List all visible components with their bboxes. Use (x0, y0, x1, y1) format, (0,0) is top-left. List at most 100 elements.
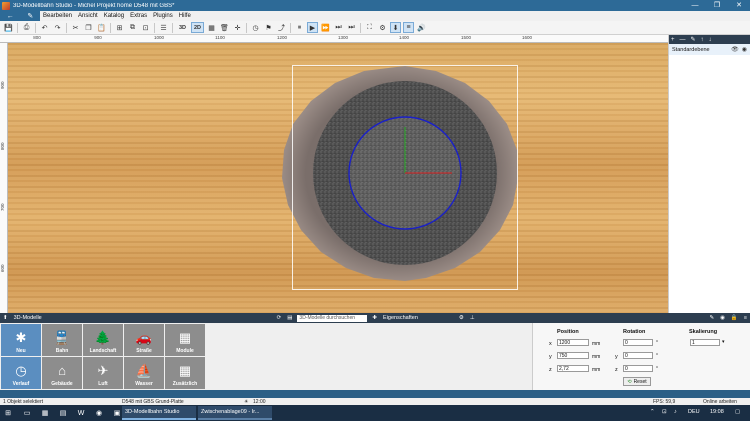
excel-icon[interactable]: ▦ (40, 408, 50, 418)
position-y-field[interactable]: 750 (557, 352, 589, 359)
list-icon[interactable]: ☰ (158, 22, 169, 33)
view-3d-button[interactable]: 3D (176, 22, 189, 33)
menu-plugins[interactable]: Plugins (150, 13, 176, 19)
tile-verlauf[interactable]: ◷ Verlauf (1, 357, 41, 389)
move-down-icon[interactable]: ↓ (709, 37, 712, 43)
taskbar-task-modellbahn[interactable]: 3D-Modellbahn Studio (122, 406, 196, 420)
tile-neu[interactable]: ✱ Neu (1, 324, 41, 356)
tile-luft[interactable]: ✈ Luft (83, 357, 123, 389)
move-up-icon[interactable]: ↑ (701, 37, 704, 43)
add-icon[interactable]: ✛ (232, 22, 243, 33)
position-z-field[interactable]: 2,72 (557, 365, 589, 372)
catalog-icon[interactable]: ▤ (284, 315, 295, 321)
redo-icon[interactable]: ↷ (52, 22, 63, 33)
signal-icon[interactable]: ⚑ (263, 22, 274, 33)
maximize-button[interactable]: ❐ (706, 0, 728, 11)
notification-icon[interactable]: ▢ (735, 409, 740, 415)
eye-icon[interactable]: ◉ (717, 315, 728, 321)
lock-icon[interactable]: 🔒 (728, 315, 741, 321)
tile-bahn[interactable]: 🚆 Bahn (42, 324, 82, 356)
refresh-icon[interactable]: ⟳ (274, 315, 285, 321)
add-model-icon[interactable]: ✚ (369, 315, 380, 321)
tile-label: Luft (98, 381, 108, 387)
calculator-icon[interactable]: ▤ (58, 408, 68, 418)
models-search-input[interactable]: 3D-Modelle durchsuchen (297, 314, 368, 322)
edit-icon[interactable]: ✎ (27, 12, 33, 20)
delete-icon[interactable]: 🗑 (219, 22, 230, 33)
snap-icon[interactable]: ⊡ (140, 22, 151, 33)
copy-icon[interactable]: ❐ (83, 22, 94, 33)
app-icon[interactable]: ▣ (112, 408, 122, 418)
play-icon[interactable]: ▶ (307, 22, 318, 33)
remove-layer-icon[interactable]: — (680, 37, 686, 43)
close-button[interactable]: ✕ (728, 0, 750, 11)
ruler-label: 1200 (276, 35, 288, 40)
paste-icon[interactable]: 📋 (96, 22, 107, 33)
clock-icon[interactable]: ◷ (250, 22, 261, 33)
save-icon[interactable]: 💾 (3, 22, 14, 33)
3d-viewport[interactable] (8, 43, 668, 313)
pause-icon[interactable]: ⏸ (294, 22, 305, 33)
print-icon[interactable]: ⎙ (21, 22, 32, 33)
models-panel-title: 3D-Modelle (13, 315, 42, 321)
menu-extras[interactable]: Extras (127, 13, 150, 19)
cut-icon[interactable]: ✂ (70, 22, 81, 33)
chevron-down-icon[interactable]: ▾ (722, 339, 725, 345)
position-x-field[interactable]: 1200 (557, 339, 589, 346)
keyboard-language[interactable]: DEU (688, 409, 700, 415)
tile-zusaetzlich[interactable]: ▦ Zusätzlich (165, 357, 205, 389)
rotation-x-field[interactable]: 0 (623, 339, 653, 346)
minimize-button[interactable]: — (684, 0, 706, 11)
arrow-up-icon[interactable]: ⬆ (0, 315, 11, 321)
skip-icon[interactable]: ⏭ (346, 22, 357, 33)
menu-ansicht[interactable]: Ansicht (75, 13, 101, 19)
rotation-y-field[interactable]: 0 (623, 352, 653, 359)
view-2d-button[interactable]: 2D (191, 22, 204, 33)
tray-chevron-icon[interactable]: ⌃ (650, 409, 655, 415)
back-icon[interactable]: ← (7, 13, 14, 20)
gear-icon[interactable]: ⚙ (456, 315, 467, 321)
tile-landschaft[interactable]: 🌲 Landschaft (83, 324, 123, 356)
add-layer-icon[interactable]: + (671, 37, 675, 43)
menu-hilfe[interactable]: Hilfe (176, 13, 194, 19)
group-icon[interactable]: ⧉ (127, 22, 138, 33)
volume-icon[interactable]: ♪ (674, 409, 677, 415)
toolbar-separator (290, 22, 291, 33)
visibility-icon[interactable]: 👁 (731, 46, 739, 53)
tile-gebaeude[interactable]: ⌂ Gebäude (42, 357, 82, 389)
undo-icon[interactable]: ↶ (39, 22, 50, 33)
eye-icon[interactable]: ◉ (742, 46, 747, 53)
sound-icon[interactable]: 🔊 (416, 22, 427, 33)
firefox-icon[interactable]: ◉ (94, 408, 104, 418)
faster-forward-icon[interactable]: ⏭ (333, 22, 344, 33)
taskbar-task-clipboard[interactable]: Zwischenablage09 - Ir... (198, 406, 272, 420)
scale-field[interactable]: 1 (690, 339, 720, 346)
layers-icon[interactable]: ≡ (403, 22, 414, 33)
windows-start-icon[interactable]: ⊞ (3, 408, 13, 418)
rotation-z-field[interactable]: 0 (623, 365, 653, 372)
fit-view-icon[interactable]: ⛶ (364, 22, 375, 33)
tile-module[interactable]: ▦ Module (165, 324, 205, 356)
rename-layer-icon[interactable]: ✎ (691, 36, 696, 43)
menu-katalog[interactable]: Katalog (101, 13, 127, 19)
menu-bearbeiten[interactable]: Bearbeiten (40, 13, 75, 19)
reset-button[interactable]: ⟲ Reset (623, 377, 651, 386)
taskbar-clock[interactable]: 19:08 (710, 409, 724, 415)
gear-icon[interactable]: ⚙ (377, 22, 388, 33)
file-menu-tab[interactable]: ← ✎ (0, 11, 40, 21)
download-icon[interactable]: ⬇ (390, 22, 401, 33)
layer-item[interactable]: Standardebene 👁 ◉ (669, 44, 750, 55)
fast-forward-icon[interactable]: ⏩ (320, 22, 331, 33)
pin-icon[interactable]: ✎ (707, 315, 718, 321)
network-icon[interactable]: ⊡ (662, 409, 667, 415)
align-icon[interactable]: ⊞ (114, 22, 125, 33)
menu-icon[interactable]: ≡ (741, 315, 750, 321)
grid-icon[interactable]: ▦ (206, 22, 217, 33)
tile-wasser[interactable]: ⛵ Wasser (124, 357, 164, 389)
tile-strasse[interactable]: 🚗 Straße (124, 324, 164, 356)
axis-icon[interactable]: ⊥ (467, 315, 478, 321)
word-icon[interactable]: W (76, 408, 86, 418)
tile-label: Neu (16, 348, 26, 354)
taskview-icon[interactable]: ▭ (22, 408, 32, 418)
route-icon[interactable]: ⤴ (276, 22, 287, 33)
